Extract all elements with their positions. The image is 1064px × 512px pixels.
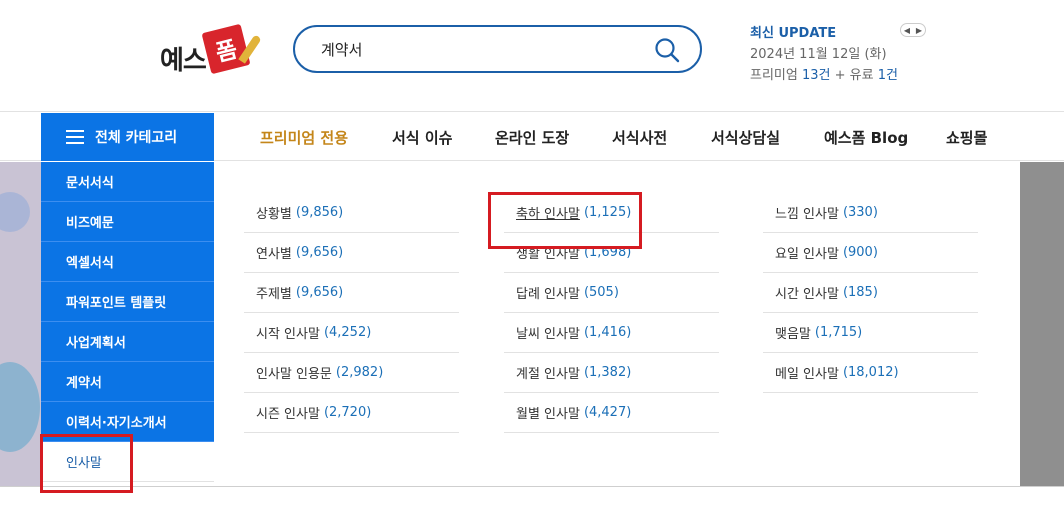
sidebar-item-ppt[interactable]: 파워포인트 템플릿 [41,282,214,322]
submenu-item[interactable]: 맺음말 (1,715) [763,313,978,353]
chevron-right-icon[interactable]: ▶ [916,26,922,35]
paid-count[interactable]: 1건 [878,68,898,83]
submenu-item[interactable]: 메일 인사말 (18,012) [763,353,978,393]
nav-blog[interactable]: 예스폼 Blog [824,127,908,148]
submenu-item[interactable]: 시작 인사말 (4,252) [244,313,459,353]
main-nav: 전체 카테고리 프리미엄 전용 서식 이슈 온라인 도장 서식사전 서식상담실 … [0,113,1064,161]
chevron-left-icon[interactable]: ◀ [904,26,910,35]
sidebar-item-biz-examples[interactable]: 비즈예문 [41,202,214,242]
submenu-item[interactable]: 계절 인사말 (1,382) [504,353,719,393]
hamburger-icon [66,130,84,144]
submenu-column-3: 느낌 인사말 (330) 요일 인사말 (900) 시간 인사말 (185) 맺음말(… [763,193,978,393]
search-input[interactable] [321,37,651,61]
submenu-column-1: 상황별 (9,856) 연사별 (9,656) 주제별 (9,656) 시작 인사말(… [244,193,459,433]
sidebar-item-business-plan[interactable]: 사업계획서 [41,322,214,362]
logo-badge: 폼 [201,23,251,75]
premium-count[interactable]: 13건 [802,68,831,83]
banner-image [0,162,41,486]
submenu-item[interactable]: 인사말 인용문 (2,982) [244,353,459,393]
paid-label: + 유료 [834,68,874,83]
page: 예스 폼 최신 UPDATE ◀ ▶ 2024년 11월 12일 (화) 프리미… [0,0,1064,512]
submenu-item[interactable]: 주제별 (9,656) [244,273,459,313]
nav-form-dictionary[interactable]: 서식사전 [612,127,667,148]
submenu-item[interactable]: 느낌 인사말 (330) [763,193,978,233]
divider [0,486,1064,487]
site-header: 예스 폼 최신 UPDATE ◀ ▶ 2024년 11월 12일 (화) 프리미… [0,0,1064,112]
update-date: 2024년 11월 12일 (화) [750,47,887,62]
submenu-item[interactable]: 월별 인사말 (4,427) [504,393,719,433]
latest-update: 최신 UPDATE ◀ ▶ 2024년 11월 12일 (화) 프리미엄 13건… [750,22,970,83]
submenu-item[interactable]: 답례 인사말 (505) [504,273,719,313]
nav-online-stamp[interactable]: 온라인 도장 [495,127,569,148]
submenu-item[interactable]: 요일 인사말 (900) [763,233,978,273]
submenu-item[interactable]: 시즌 인사말 (2,720) [244,393,459,433]
logo-text: 예스 [160,46,207,76]
nav-premium[interactable]: 프리미엄 전용 [260,127,348,148]
highlight-box-sidebar [40,434,133,493]
highlight-box-submenu [488,192,642,249]
nav-form-issue[interactable]: 서식 이슈 [392,127,452,148]
banner-image-right [1020,162,1064,486]
premium-label: 프리미엄 [750,68,798,83]
all-category-button[interactable]: 전체 카테고리 [41,113,214,161]
update-count: 프리미엄 13건 + 유료 1건 [750,64,898,83]
search-icon[interactable] [654,37,680,63]
submenu-item[interactable]: 상황별 (9,856) [244,193,459,233]
update-pager[interactable]: ◀ ▶ [900,23,926,37]
sidebar-item-excel[interactable]: 엑셀서식 [41,242,214,282]
all-category-label: 전체 카테고리 [95,130,178,146]
sidebar-item-documents[interactable]: 문서서식 [41,162,214,202]
nav-shop[interactable]: 쇼핑몰 [946,127,987,148]
submenu-item[interactable]: 시간 인사말 (185) [763,273,978,313]
nav-consulting[interactable]: 서식상담실 [711,127,780,148]
search-box [293,25,702,73]
site-logo[interactable]: 예스 폼 [156,23,268,80]
submenu-item[interactable]: 날씨 인사말 (1,416) [504,313,719,353]
update-title: 최신 UPDATE [750,26,837,41]
sidebar-item-contract[interactable]: 계약서 [41,362,214,402]
submenu-item[interactable]: 연사별 (9,656) [244,233,459,273]
